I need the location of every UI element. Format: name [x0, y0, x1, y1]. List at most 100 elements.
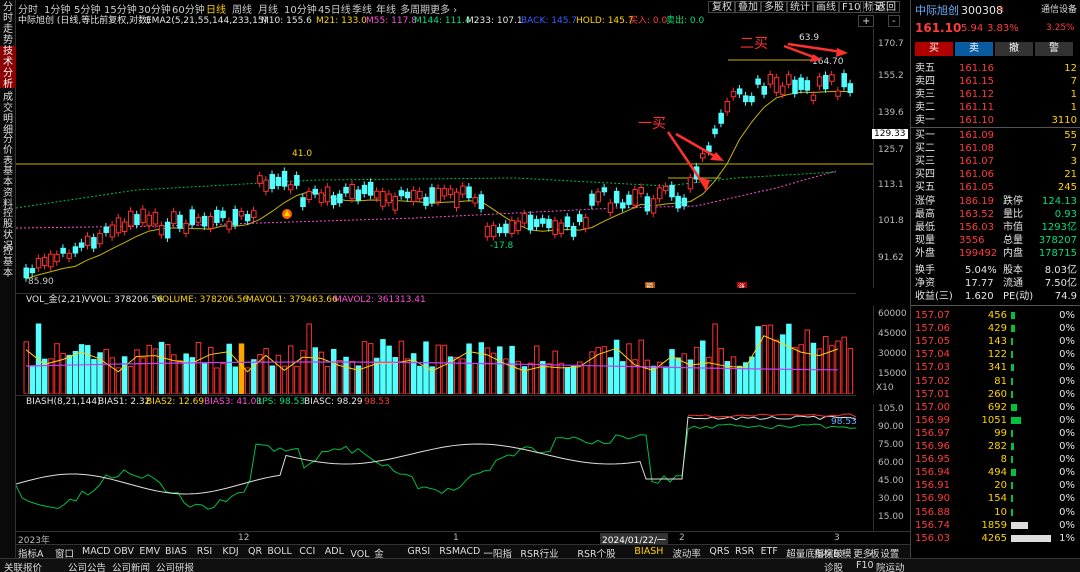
period-multi[interactable]: 多周期 — [400, 1, 430, 16]
status-announcement[interactable]: 公司公告 — [68, 560, 106, 572]
tab-technical-analysis[interactable]: 技术分析 — [0, 46, 16, 90]
fuquan-button[interactable]: 复权 — [708, 1, 736, 13]
period-45day[interactable]: 45日线 — [318, 1, 351, 16]
depth-row: 157.06 429 0% — [915, 323, 1075, 335]
indicator-tab[interactable]: RSMACD — [439, 546, 480, 557]
indicator-tab[interactable]: CCI — [299, 546, 315, 557]
volume-bar — [663, 366, 669, 394]
candle — [644, 192, 651, 215]
price-change-pct: 3.83% — [987, 23, 1019, 34]
candle — [613, 187, 620, 207]
volume-bar — [294, 365, 300, 394]
period-daily[interactable]: 日线 — [206, 1, 226, 16]
indicator-tab[interactable]: MACD — [82, 546, 110, 557]
stat-row: 最高 163.52 量比 0.93 — [915, 209, 1077, 220]
indicator-tab[interactable]: ADL — [325, 546, 344, 557]
bid-row[interactable]: 买一 161.09 55 — [911, 129, 1080, 142]
period-1min[interactable]: 1分钟 — [44, 1, 70, 16]
level-volume: 1 — [1070, 89, 1077, 100]
status-news[interactable]: 公司新闻 — [112, 560, 150, 572]
period-monthly[interactable]: 月线 — [258, 1, 278, 16]
indicator-tab[interactable]: QRS — [709, 546, 729, 557]
candle — [466, 182, 472, 202]
tab-price-table[interactable]: 分价表 — [0, 134, 16, 167]
indicator-tab[interactable]: KDJ — [222, 546, 238, 557]
bias-chart[interactable]: 98.53 — [16, 404, 873, 530]
tab-timeshare[interactable]: 分时走势 — [0, 2, 16, 46]
period-30min[interactable]: 30分钟 — [138, 1, 171, 16]
bid-row[interactable]: 买五 161.05 245 — [911, 181, 1080, 194]
zoom-out-button[interactable]: - — [888, 15, 900, 27]
multi-stock-button[interactable]: 多股 — [760, 1, 788, 13]
ask-row[interactable]: 卖四 161.15 7 — [911, 75, 1080, 88]
ask-row[interactable]: 卖五 161.16 12 — [911, 62, 1080, 75]
back-button-visible[interactable]: 返回 — [872, 1, 900, 13]
stats-button[interactable]: 统计 — [786, 1, 814, 13]
bid-row[interactable]: 买四 161.06 21 — [911, 168, 1080, 181]
level-label: 买四 — [915, 169, 935, 180]
candle — [749, 92, 755, 106]
candle — [798, 74, 804, 94]
volume-bar — [792, 347, 798, 394]
volume-bar — [54, 343, 60, 394]
indicator-tab[interactable]: ETF — [761, 546, 778, 557]
indicator-tab[interactable]: EMV — [139, 546, 160, 557]
volume-bar — [128, 365, 134, 394]
candle — [589, 190, 595, 210]
sector-link[interactable]: 通信设备 — [1041, 4, 1077, 17]
sell-button[interactable]: 卖 — [955, 42, 993, 56]
stock-name[interactable]: 中际旭创 — [915, 4, 959, 17]
candlestick-chart[interactable]: 41.0 -17.8 85.90 63.9 164.70 一买 二买 预 涨 — [16, 28, 873, 288]
indicator-tab[interactable]: GRSI — [407, 546, 430, 557]
period-yearly[interactable]: 年线 — [376, 1, 396, 16]
ask-row[interactable]: 卖二 161.11 1 — [911, 101, 1080, 114]
candle — [570, 222, 577, 241]
period-weekly[interactable]: 周线 — [232, 1, 252, 16]
bid-row[interactable]: 买二 161.08 7 — [911, 142, 1080, 155]
volume-bar — [773, 339, 780, 394]
alert-button[interactable]: 警 — [1035, 42, 1073, 56]
indicator-tab[interactable]: OBV — [114, 546, 134, 557]
indicator-tab[interactable]: QR — [248, 546, 262, 557]
period-15min[interactable]: 15分钟 — [104, 1, 137, 16]
candle — [380, 187, 386, 211]
indicator-tab[interactable]: RSI — [197, 546, 212, 557]
indicator-tab[interactable]: BIAS — [165, 546, 187, 557]
volume-chart[interactable] — [16, 306, 873, 394]
indicator-tab[interactable]: BOLL — [267, 546, 291, 557]
candle — [503, 220, 509, 237]
candle — [109, 221, 116, 241]
status-f10[interactable]: F10 — [856, 560, 874, 571]
overlay-button[interactable]: 叠加 — [734, 1, 762, 13]
status-research[interactable]: 公司研报 — [156, 560, 194, 572]
cancel-button[interactable]: 撤 — [995, 42, 1033, 56]
ask-row[interactable]: 卖一 161.10 3110 — [911, 114, 1080, 127]
indicator-tab[interactable]: BIASH — [634, 546, 663, 557]
period-timeshare[interactable]: 分时 — [18, 1, 38, 16]
drawline-button[interactable]: 画线 — [812, 1, 840, 13]
period-10min[interactable]: 10分钟 — [284, 1, 317, 16]
tab-basic-info[interactable]: 基本资料 — [0, 166, 16, 210]
volume-bar — [736, 365, 743, 394]
bid-row[interactable]: 买三 161.07 3 — [911, 155, 1080, 168]
status-diagnose[interactable]: 诊股 — [824, 560, 843, 572]
candle — [712, 125, 718, 138]
tab-basic-control[interactable]: 控基本 — [0, 246, 16, 282]
period-60min[interactable]: 60分钟 — [172, 1, 205, 16]
depth-row: 157.05 143 0% — [915, 336, 1075, 348]
period-more[interactable]: 更多 › — [430, 1, 457, 16]
indicator-tab[interactable]: RSR — [735, 546, 754, 557]
period-quarterly[interactable]: 季线 — [352, 1, 372, 16]
buy-button[interactable]: 买 — [915, 42, 953, 56]
period-5min[interactable]: 5分钟 — [74, 1, 100, 16]
volume-bar — [66, 354, 73, 394]
stat-row: 收益(三) 1.620 PE(动) 74.9 — [915, 291, 1077, 302]
depth-bar — [1011, 364, 1014, 372]
status-quote[interactable]: 关联报价 — [4, 560, 42, 572]
tab-trade-details[interactable]: 成交明细 — [0, 92, 16, 136]
plus-button[interactable]: + — [858, 15, 875, 27]
ask-row[interactable]: 卖三 161.12 1 — [911, 88, 1080, 101]
level-price: 161.05 — [959, 182, 994, 193]
tab-holding-status[interactable]: 控股状况 — [0, 208, 16, 252]
status-motion[interactable]: 院运动 — [876, 560, 905, 572]
